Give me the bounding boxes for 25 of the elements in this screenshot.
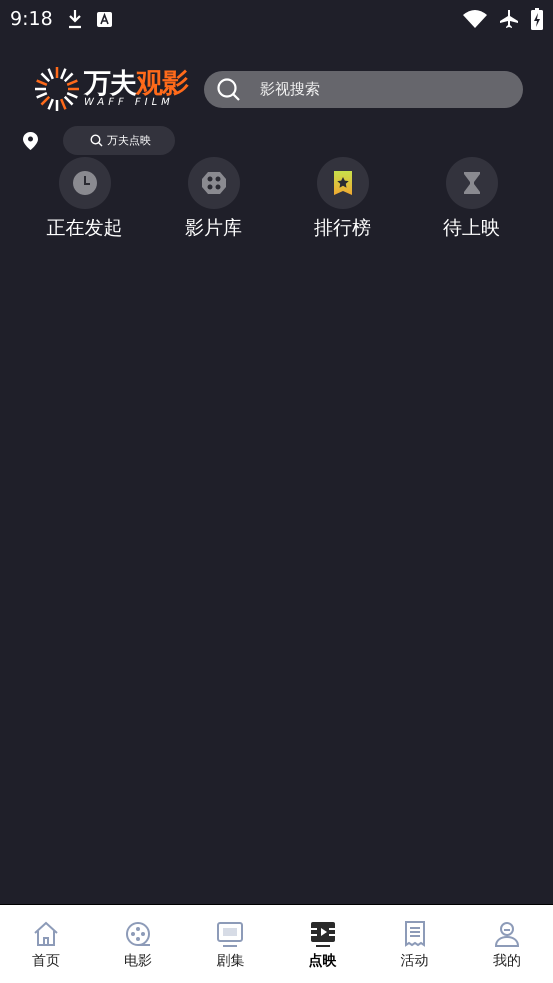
shortcut-button[interactable]: 影片库 [149,157,278,241]
location-pin-icon[interactable] [23,132,38,150]
tab-bar-item[interactable]: 我的 [460,905,553,983]
logo-subtitle: WAFF FILM [84,97,174,108]
tab-bar-item[interactable]: 首页 [0,905,92,983]
logo-icon [34,66,80,112]
status-time: 9:18 [10,8,53,30]
tab-bar-item[interactable]: 点映 [276,905,369,983]
tab-bar-item[interactable]: 电影 [92,905,184,983]
tab-bar-item[interactable]: 活动 [368,905,461,983]
airplane-icon [499,9,519,29]
logo-title: 万夫观影 [84,70,188,97]
reel-icon [200,169,228,197]
battery-icon [531,8,543,30]
notification-icon [96,12,112,26]
shortcut-button[interactable]: 排行榜 [278,157,407,241]
clock-icon [70,169,98,197]
search-chip[interactable]: 万夫点映 [63,126,175,155]
tab-bar-item[interactable]: 剧集 [184,905,276,983]
wifi-icon [463,10,487,28]
search-field[interactable]: 影视搜索 [204,70,523,108]
download-icon [66,9,83,29]
shortcut-button[interactable]: 正在发起 [20,157,149,241]
shortcut-button[interactable]: 待上映 [407,157,536,241]
search-icon [90,134,103,147]
